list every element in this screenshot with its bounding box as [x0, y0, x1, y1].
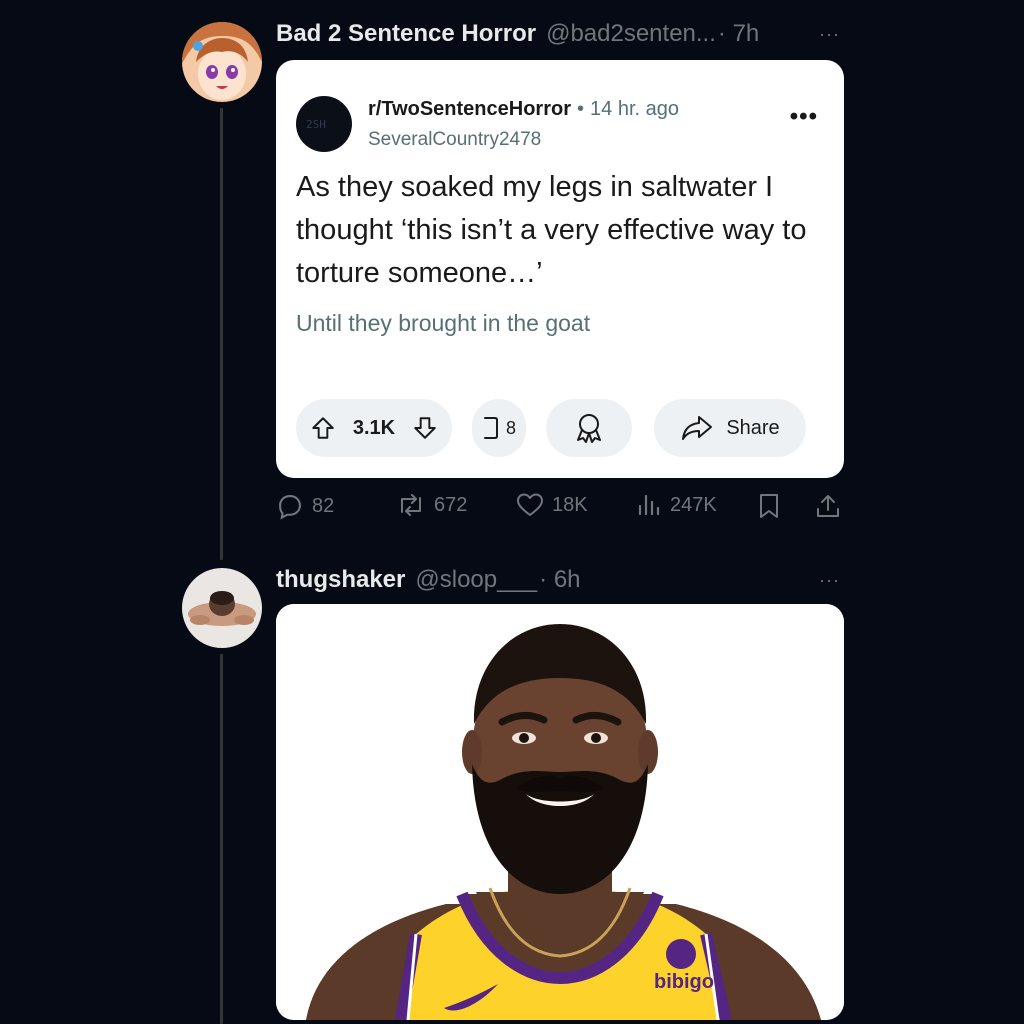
reddit-username[interactable]: SeveralCountry2478: [368, 129, 541, 151]
share-tweet-button[interactable]: [814, 492, 842, 520]
upload-share-icon: [814, 492, 842, 520]
person-avatar-image: [182, 568, 262, 648]
jersey-sponsor-text: bibigo: [654, 971, 714, 993]
award-button[interactable]: [546, 399, 632, 457]
anime-girl-avatar-image: [182, 22, 262, 102]
avatar-bad2sentencehorror[interactable]: [182, 22, 262, 102]
basketball-player-photo: bibigo: [276, 604, 844, 1020]
share-button[interactable]: Share: [654, 399, 806, 457]
avatar-thugshaker[interactable]: [182, 568, 262, 648]
subreddit-avatar: 2SH: [296, 96, 352, 152]
timestamp[interactable]: · 7h: [718, 20, 759, 48]
comment-count: 8: [505, 417, 516, 438]
subreddit-name[interactable]: r/TwoSentenceHorror: [368, 98, 571, 120]
share-arrow-icon: [680, 414, 714, 442]
thread-line-bottom: [220, 654, 223, 1024]
repost-count: 672: [434, 493, 468, 516]
view-count: 247K: [670, 493, 717, 516]
post-age: 14 hr. ago: [590, 98, 679, 120]
more-options-icon[interactable]: ···: [819, 24, 840, 45]
vote-pill: 3.1K: [296, 399, 452, 457]
subreddit-avatar-text: 2SH: [306, 118, 326, 131]
share-label: Share: [726, 416, 780, 439]
timestamp-2[interactable]: · 6h: [539, 566, 580, 594]
display-name[interactable]: Bad 2 Sentence Horror: [276, 20, 536, 48]
handle[interactable]: @bad2senten...: [546, 20, 716, 48]
upvote-count: 3.1K: [352, 416, 396, 439]
display-name-2[interactable]: thugshaker: [276, 566, 405, 594]
post-header-2: thugshaker @sloop___ · 6h: [276, 566, 581, 594]
more-options-icon-2[interactable]: ···: [819, 570, 840, 591]
bookmark-icon: [756, 492, 782, 520]
bookmark-button[interactable]: [756, 492, 782, 520]
post-image[interactable]: bibigo: [276, 604, 844, 1020]
thread-line-top: [220, 108, 223, 560]
award-icon: [572, 411, 606, 445]
reply-button[interactable]: 82: [276, 492, 334, 520]
handle-2[interactable]: @sloop___: [415, 566, 537, 594]
card-more-icon[interactable]: •••: [790, 105, 818, 129]
views-chart-icon: [636, 492, 662, 518]
repost-button[interactable]: 672: [396, 492, 467, 518]
like-count: 18K: [552, 493, 588, 516]
views-button[interactable]: 247K: [636, 492, 717, 518]
reddit-embed-card[interactable]: 2SH r/TwoSentenceHorror • 14 hr. ago Sever…: [276, 60, 844, 478]
comments-button[interactable]: 8: [472, 399, 526, 457]
reddit-post-body: Until they brought in the goat: [296, 310, 591, 336]
like-button[interactable]: 18K: [516, 492, 588, 518]
repost-icon: [396, 492, 426, 518]
separator-dot: •: [577, 98, 585, 120]
reply-count: 82: [312, 494, 335, 517]
comment-icon: [482, 415, 500, 441]
upvote-icon[interactable]: [310, 415, 336, 441]
heart-icon: [516, 492, 544, 518]
reply-icon: [276, 492, 304, 520]
reddit-post-title: As they soaked my legs in saltwater I th…: [296, 171, 807, 289]
post-header: Bad 2 Sentence Horror @bad2senten... · 7…: [276, 20, 759, 48]
subreddit-line: r/TwoSentenceHorror • 14 hr. ago: [368, 98, 679, 121]
downvote-icon[interactable]: [412, 415, 438, 441]
